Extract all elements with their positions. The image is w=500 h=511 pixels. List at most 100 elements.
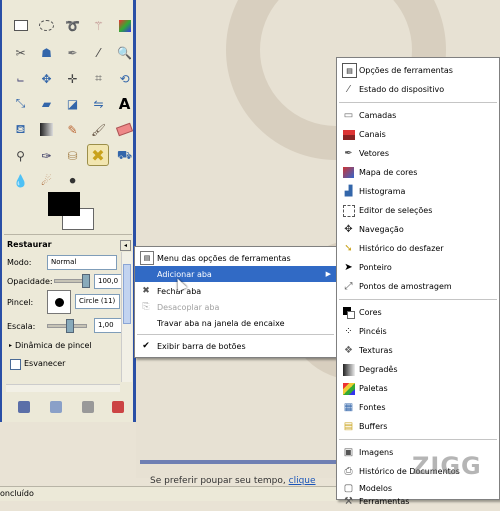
- bucket-fill-icon[interactable]: ⛾: [11, 120, 30, 139]
- patterns-icon: ❖: [344, 345, 353, 356]
- color-picker-icon[interactable]: ⁄: [89, 43, 108, 62]
- scale-icon[interactable]: ⤡: [11, 94, 30, 113]
- checkmark-icon: ✔: [142, 341, 150, 351]
- scissors-select-icon[interactable]: ✂: [11, 43, 30, 62]
- undo-history-icon: ➘: [344, 243, 353, 254]
- channels-icon: [342, 128, 355, 141]
- airbrush-icon[interactable]: ⚲: [11, 146, 30, 165]
- perspective-clone-icon[interactable]: ⛟: [115, 146, 134, 165]
- submenu-item-patterns[interactable]: ❖ Texturas: [337, 341, 499, 360]
- eraser-icon[interactable]: [115, 120, 134, 139]
- images-icon: ▣: [343, 447, 354, 458]
- submenu-item-layers[interactable]: ▭ Camadas: [337, 106, 499, 125]
- submenu-item-selection-editor[interactable]: Editor de seleções: [337, 201, 499, 220]
- blur-icon[interactable]: 💧: [11, 171, 30, 190]
- dodge-burn-icon[interactable]: ⚫: [63, 171, 82, 190]
- align-icon[interactable]: ✛: [63, 69, 82, 88]
- color-select-icon[interactable]: [115, 16, 134, 35]
- lasso-icon[interactable]: ➰: [63, 16, 82, 35]
- brush-label: Pincel:: [7, 298, 34, 307]
- tool-options-title: Restaurar: [7, 240, 52, 249]
- magic-wand-icon[interactable]: ⚚: [89, 16, 108, 35]
- flip-icon[interactable]: ⇋: [89, 94, 108, 113]
- tool-options-menu-icon[interactable]: ◂: [120, 240, 131, 251]
- buffers-icon: ▤: [343, 421, 354, 432]
- save-options-icon[interactable]: [18, 401, 30, 413]
- fade-checkbox[interactable]: [10, 359, 21, 370]
- restore-options-icon[interactable]: [50, 401, 62, 413]
- dynamics-label: Dinâmica de pincel: [15, 341, 92, 350]
- submenu-item-colormap[interactable]: Mapa de cores: [337, 163, 499, 182]
- submenu-item-device-status[interactable]: ⁄ Estado do dispositivo: [337, 80, 499, 99]
- menu-item-detach-tab[interactable]: ⎘ Desacoplar aba: [135, 299, 336, 315]
- menu-separator: [339, 299, 497, 300]
- smudge-icon[interactable]: ☄: [37, 171, 56, 190]
- paintbrush-icon[interactable]: 🖌: [89, 120, 108, 139]
- brushes-icon: ⁘: [344, 326, 353, 337]
- submenu-item-sample-points[interactable]: ⤢ Pontos de amostragem: [337, 277, 499, 296]
- submenu-item-palettes[interactable]: Paletas: [337, 379, 499, 398]
- scale-slider-handle[interactable]: [66, 319, 74, 333]
- submenu-item-buffers[interactable]: ▤ Buffers: [337, 417, 499, 436]
- options-scrollbar[interactable]: [121, 252, 132, 382]
- menu-item-add-tab[interactable]: Adicionar aba ▶: [135, 266, 336, 282]
- submenu-item-paths[interactable]: ✒ Vetores: [337, 144, 499, 163]
- pencil-icon[interactable]: ✎: [63, 120, 82, 139]
- horizontal-scrollbar[interactable]: [6, 384, 120, 392]
- perspective-icon[interactable]: ◪: [63, 94, 82, 113]
- selection-editor-icon: [342, 204, 355, 217]
- ellipse-select-icon[interactable]: [37, 16, 56, 35]
- menu-item-show-button-bar[interactable]: ✔ Exibir barra de botões: [135, 338, 336, 354]
- foreground-select-icon[interactable]: ☗: [37, 43, 56, 62]
- submenu-item-tools[interactable]: ⚒ Ferramentas: [337, 492, 499, 511]
- submenu-item-brushes[interactable]: ⁘ Pincéis: [337, 322, 499, 341]
- submenu-item-undo-history[interactable]: ➘ Histórico do desfazer: [337, 239, 499, 258]
- pointer-icon: ➤: [344, 262, 353, 273]
- submenu-item-pointer[interactable]: ➤ Ponteiro: [337, 258, 499, 277]
- opacity-slider[interactable]: [54, 279, 84, 283]
- move-icon[interactable]: ✥: [37, 69, 56, 88]
- shear-icon[interactable]: ▰: [37, 94, 56, 113]
- clone-icon[interactable]: ⛁: [63, 146, 82, 165]
- submenu-item-histogram[interactable]: ▟ Histograma: [337, 182, 499, 201]
- document-history-icon: ⎙: [344, 466, 353, 477]
- scrollbar-thumb[interactable]: [123, 264, 131, 324]
- brush-field[interactable]: Circle (11): [75, 294, 120, 309]
- rect-select-icon[interactable]: [11, 16, 30, 35]
- mode-select[interactable]: Normal: [47, 255, 117, 270]
- histogram-icon: ▟: [344, 186, 353, 197]
- reset-options-icon[interactable]: [112, 401, 124, 413]
- ink-icon[interactable]: ✑: [37, 146, 56, 165]
- text-icon[interactable]: A: [115, 94, 134, 113]
- zoom-icon[interactable]: 🔍: [115, 43, 134, 62]
- menu-item-lock-tab[interactable]: Travar aba na janela de encaixe: [135, 315, 336, 331]
- colors-icon: [342, 306, 355, 319]
- content-frame: [140, 460, 340, 464]
- toolbox-panel: ➰ ⚚ ✂ ☗ ✒ ⁄ 🔍 ⨽ ✥ ✛ ⌗ ⟲ ⤡ ▰ ◪ ⇋ A ⛾ ✎ 🖌 …: [0, 0, 136, 422]
- opacity-slider-handle[interactable]: [82, 274, 90, 288]
- opacity-field[interactable]: 100,0: [94, 274, 124, 289]
- caption-link[interactable]: clique: [289, 476, 316, 486]
- dynamics-expander[interactable]: ▸ Dinâmica de pincel: [9, 341, 92, 350]
- menu-item-tool-options[interactable]: ▤ Menu das opções de ferramentas: [135, 250, 336, 266]
- blend-icon[interactable]: [37, 120, 56, 139]
- close-icon: ✖: [142, 286, 150, 296]
- paths-icon[interactable]: ✒: [63, 43, 82, 62]
- delete-options-icon[interactable]: [82, 401, 94, 413]
- submenu-item-tool-options[interactable]: ▤ Opções de ferramentas: [337, 61, 499, 80]
- gradients-icon: [342, 363, 355, 376]
- crop-icon[interactable]: ⌗: [89, 69, 108, 88]
- foreground-color-swatch[interactable]: [48, 192, 80, 216]
- scale-field[interactable]: 1,00: [94, 318, 122, 333]
- measure-icon[interactable]: ⨽: [11, 69, 30, 88]
- submenu-item-channels[interactable]: Canais: [337, 125, 499, 144]
- brush-preview[interactable]: [47, 290, 71, 314]
- submenu-item-fonts[interactable]: ▦ Fontes: [337, 398, 499, 417]
- submenu-item-colors[interactable]: Cores: [337, 303, 499, 322]
- rotate-icon[interactable]: ⟲: [115, 69, 134, 88]
- heal-icon[interactable]: ✖: [87, 144, 109, 166]
- submenu-item-navigation[interactable]: ✥ Navegação: [337, 220, 499, 239]
- submenu-item-gradients[interactable]: Degradês: [337, 360, 499, 379]
- menu-item-close-tab[interactable]: ✖ Fechar aba: [135, 283, 336, 299]
- scale-label: Escala:: [7, 322, 36, 331]
